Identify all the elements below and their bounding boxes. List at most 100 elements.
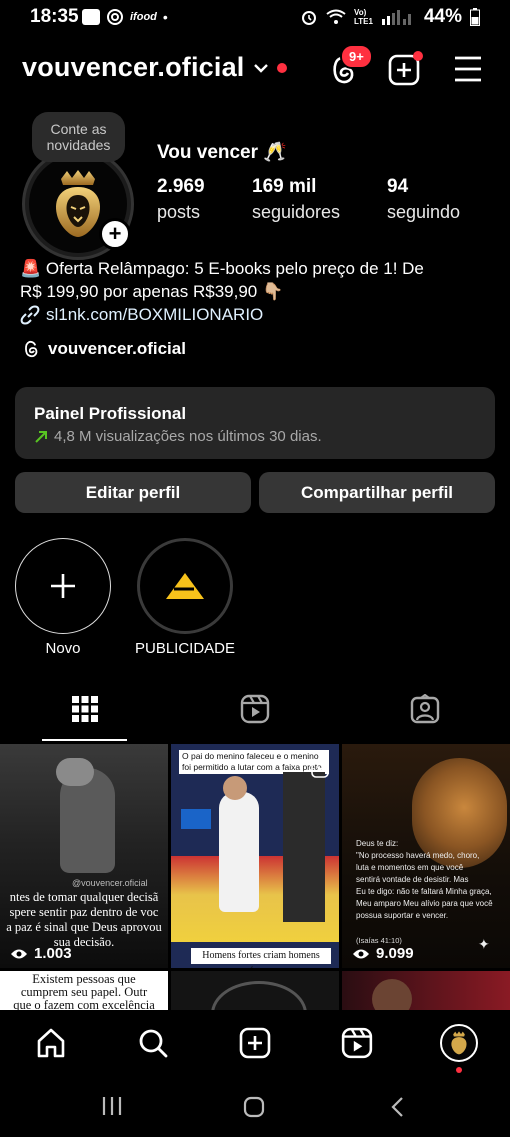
tab-grid[interactable] [72, 696, 98, 727]
stat-following[interactable]: 94 seguindo [387, 176, 460, 223]
post-2-judoka [219, 792, 259, 912]
post-3-line-4: sentirá vontade de desistir. Mas [356, 875, 469, 884]
nav-home[interactable] [35, 1027, 67, 1064]
home-circle-icon [243, 1096, 265, 1118]
post-1-line-3: a paz é sinal que Deus aprovou [6, 920, 162, 934]
create-dot [413, 51, 423, 61]
threads-profile-link[interactable]: vouvencer.oficial [22, 339, 186, 359]
dashboard-title: Painel Profissional [34, 404, 187, 423]
post-3-line-2: "No processo haverá medo, choro, [356, 851, 480, 860]
back-button[interactable] [389, 1096, 405, 1123]
post-1-cap [56, 758, 94, 786]
bio-line-2: R$ 199,90 por apenas R$39,90 👇🏼 [20, 282, 284, 301]
nav-search[interactable] [137, 1027, 169, 1064]
post-3-text: Deus te diz: "No processo haverá medo, c… [356, 838, 506, 922]
lte-label: Vo) LTE1 [353, 8, 373, 26]
tab-tagged[interactable] [410, 693, 440, 729]
post-2-scoreboard [181, 809, 211, 829]
bio-line-1: 🚨 Oferta Relâmpago: 5 E-books pelo preço… [20, 259, 424, 278]
chatgpt-icon [107, 9, 123, 25]
tab-reels[interactable] [240, 694, 270, 729]
grid-post-2[interactable]: O pai do menino faleceu e o menino foi p… [171, 744, 339, 968]
professional-dashboard[interactable]: Painel Profissional 4,8 M visualizações … [15, 387, 495, 459]
stat-posts[interactable]: 2.969 posts [157, 176, 205, 223]
post-2-top-text: O pai do menino faleceu e o menino foi p… [179, 750, 329, 774]
threads-small-icon [25, 340, 38, 358]
grid-post-4[interactable]: Existem pessoas que cumprem seu papel. O… [0, 971, 168, 1011]
post-2-referee [283, 772, 325, 922]
home-system-button[interactable] [243, 1096, 265, 1123]
grid-post-6[interactable] [342, 971, 510, 1011]
stat-posts-label: posts [157, 202, 201, 222]
bio-link[interactable]: sl1nk.com/BOXMILIONARIO [20, 303, 490, 326]
eye-icon [353, 949, 369, 958]
grid-icon [72, 696, 98, 722]
bio-link-text: sl1nk.com/BOXMILIONARIO [46, 305, 264, 324]
grid-post-1[interactable]: @vouvencer.oficial ntes de tomar qualque… [0, 744, 168, 968]
dashboard-subtitle: 4,8 M visualizações nos últimos 30 dias. [54, 428, 322, 445]
post-1-views: 1.003 [10, 945, 72, 962]
add-square-icon [239, 1027, 271, 1059]
link-icon [20, 305, 40, 324]
recent-apps-button[interactable] [101, 1096, 123, 1121]
nav-create[interactable] [239, 1027, 271, 1064]
hamburger-menu-icon [455, 56, 481, 82]
profile-notification-dot [456, 1067, 462, 1073]
threads-button[interactable]: 9+ [328, 44, 373, 91]
reel-indicator-icon [311, 760, 329, 778]
highlight-new-label: Novo [45, 640, 81, 657]
account-switcher[interactable]: vouvencer.oficial [22, 52, 287, 83]
header-username: vouvencer.oficial [22, 52, 245, 82]
nav-reels[interactable] [341, 1027, 373, 1064]
triangle-logo-icon [166, 573, 204, 599]
trend-up-icon [35, 430, 47, 443]
status-right: Vo) LTE1 44% [300, 6, 480, 28]
note-bubble[interactable]: Conte as novidades [32, 112, 125, 162]
home-icon [37, 1028, 65, 1058]
post-3-line-7: possua suportar e vencer. [356, 911, 449, 920]
battery-percent: 44% [423, 6, 462, 27]
stat-following-value: 94 [387, 176, 409, 197]
edit-profile-button[interactable]: Editar perfil [15, 472, 251, 513]
share-profile-button[interactable]: Compartilhar perfil [259, 472, 495, 513]
post-3-line-3: luta e momentos em que você [356, 863, 464, 872]
nav-profile[interactable] [440, 1024, 478, 1062]
reels-icon [341, 1027, 373, 1059]
post-4-text: Existem pessoas que cumprem seu papel. O… [0, 973, 168, 1012]
signal-icon [381, 10, 411, 25]
status-time: 18:35 [30, 6, 79, 27]
menu-button[interactable] [454, 56, 482, 87]
tagged-person-icon [410, 693, 440, 724]
dove-icon: ✦ [478, 936, 490, 952]
stat-followers[interactable]: 169 mil seguidores [252, 176, 340, 223]
stat-posts-value: 2.969 [157, 176, 205, 197]
post-5-coin [211, 981, 307, 1011]
dot-icon: • [162, 9, 168, 25]
highlight-publicidade-cover [144, 545, 226, 627]
highlight-publicidade[interactable] [137, 538, 233, 634]
new-highlight-button[interactable] [15, 538, 111, 634]
battery-icon [470, 8, 480, 26]
post-2-bottom-text: Homens fortes criam homens fortes [191, 948, 331, 968]
notification-dot [276, 62, 287, 73]
grid-post-5[interactable] [171, 971, 339, 1011]
plus-icon: + [108, 221, 122, 246]
post-1-line-2: spere sentir paz dentro de voc [9, 905, 159, 919]
grid-post-3[interactable]: Deus te diz: "No processo haverá medo, c… [342, 744, 510, 968]
post-1-line-1: ntes de tomar qualquer decisã [9, 890, 159, 904]
post-3-line-1: Deus te diz: [356, 839, 399, 848]
active-tab-indicator [42, 739, 127, 741]
bio: 🚨 Oferta Relâmpago: 5 E-books pelo preço… [20, 257, 490, 326]
post-3-line-5: Eu te digo: não te faltará Minha graça, [356, 887, 492, 896]
post-3-reference: (Isaías 41:10) [356, 936, 402, 945]
youtube-icon [82, 9, 100, 25]
post-6-person [372, 979, 412, 1011]
threads-handle: vouvencer.oficial [48, 339, 186, 358]
create-button[interactable] [388, 51, 423, 91]
post-3-line-6: Meu amparo Meu alívio para que você [356, 899, 493, 908]
reels-icon [240, 694, 270, 724]
add-story-button[interactable]: + [99, 218, 131, 250]
stat-following-label: seguindo [387, 202, 461, 222]
alarm-icon [301, 11, 316, 25]
dashboard-subtitle-row: 4,8 M visualizações nos últimos 30 dias. [34, 428, 322, 445]
